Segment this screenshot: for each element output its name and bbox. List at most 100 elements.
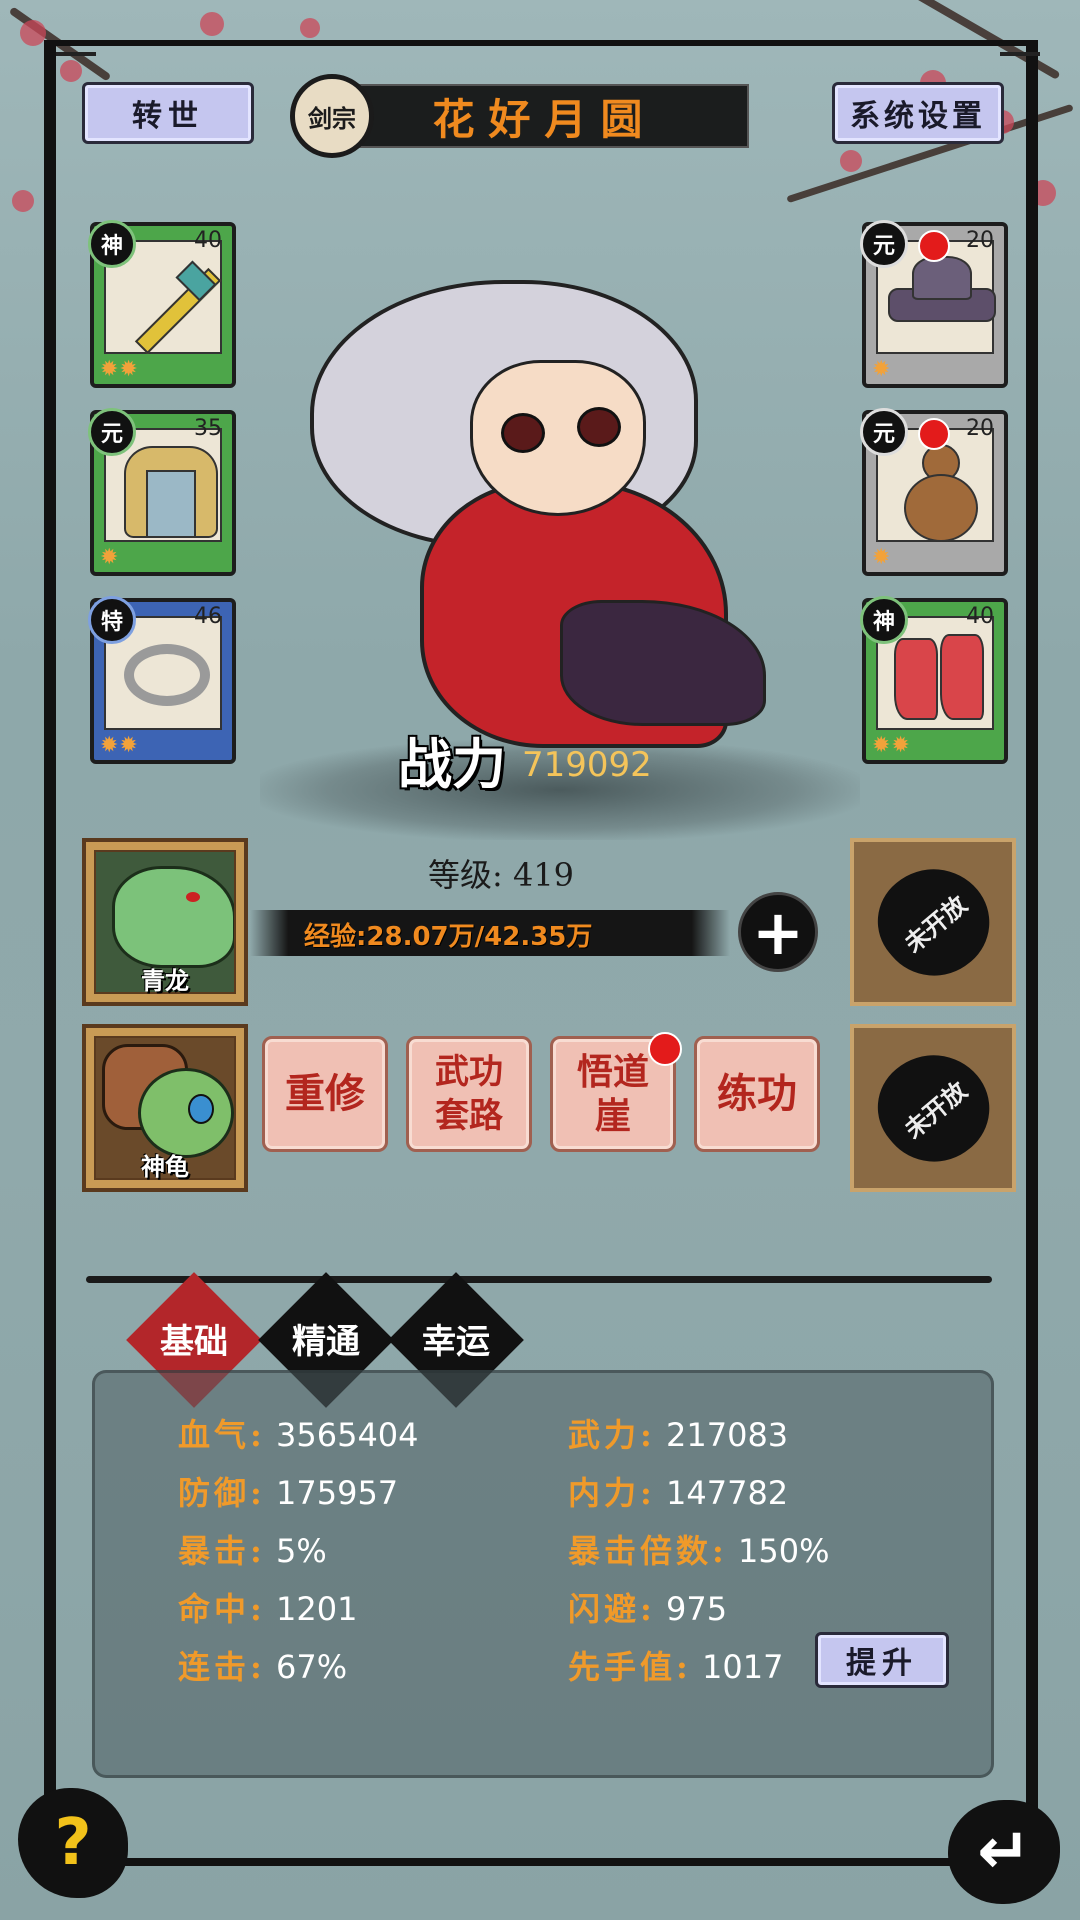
stat-combo: 连击: 67% <box>178 1642 347 1688</box>
grade-badge: 神 <box>88 220 136 268</box>
lock-blob-icon: 未开放 <box>857 845 1011 999</box>
equip-slot-boots[interactable]: 神 40 ✹✹ <box>860 596 1008 764</box>
stat-label: 暴击倍数: <box>568 1532 728 1570</box>
settings-button[interactable]: 系统设置 <box>832 82 1004 144</box>
star-icons: ✹ <box>872 545 892 570</box>
star-icons: ✹ <box>100 545 120 570</box>
item-level: 20 <box>966 228 994 253</box>
item-level: 35 <box>194 416 222 441</box>
pet-name: 神龟 <box>141 1152 189 1181</box>
stat-value: 147782 <box>666 1474 789 1512</box>
equip-slot-gourd[interactable]: 元 20 ✹ <box>860 408 1008 576</box>
locked-label: 未开放 <box>898 1075 973 1144</box>
stat-value: 975 <box>666 1590 728 1628</box>
star-icons: ✹✹ <box>100 733 139 758</box>
stat-hit: 命中: 1201 <box>178 1584 357 1630</box>
stat-label: 闪避: <box>568 1590 656 1628</box>
sect-badge: 剑宗 <box>290 74 374 158</box>
equip-slot-armor[interactable]: 元 35 ✹ <box>88 408 236 576</box>
grade-badge: 元 <box>860 220 908 268</box>
notification-dot <box>918 230 950 262</box>
level-text: 等级: 419 <box>428 856 575 894</box>
character-name: 花好月圆 <box>432 94 657 144</box>
character-face <box>470 360 646 516</box>
star-icons: ✹✹ <box>872 733 911 758</box>
back-button[interactable]: ↵ <box>948 1800 1060 1904</box>
item-level: 46 <box>194 604 222 629</box>
item-level: 40 <box>194 228 222 253</box>
tab-mastery[interactable]: 精通 <box>256 1314 396 1363</box>
martial-arts-button[interactable]: 武功套路 <box>406 1036 532 1152</box>
equip-slot-ring[interactable]: 特 46 ✹✹ <box>88 596 236 764</box>
stat-initiative: 先手值: 1017 <box>568 1642 783 1688</box>
notification-dot <box>918 418 950 450</box>
stat-label: 先手值: <box>568 1648 692 1686</box>
star-icons: ✹✹ <box>100 357 139 382</box>
stat-label: 连击: <box>178 1648 266 1686</box>
rebirth-button[interactable]: 转世 <box>82 82 254 144</box>
locked-label: 未开放 <box>898 889 973 958</box>
help-button[interactable]: ? <box>18 1788 128 1898</box>
tab-luck[interactable]: 幸运 <box>386 1314 526 1363</box>
section-divider <box>86 1276 992 1283</box>
add-exp-button[interactable]: + <box>738 892 818 972</box>
blossom-decoration <box>20 20 46 46</box>
locked-slot[interactable]: 未开放 <box>850 838 1016 1006</box>
stat-crit: 暴击: 5% <box>178 1526 327 1572</box>
eye <box>501 413 545 453</box>
upgrade-button[interactable]: 提升 <box>815 1632 949 1688</box>
notification-dot <box>648 1032 682 1066</box>
stat-value: 150% <box>738 1532 830 1570</box>
stat-label: 武力: <box>568 1416 656 1454</box>
grade-badge: 神 <box>860 596 908 644</box>
blossom-decoration <box>12 190 34 212</box>
retrain-button[interactable]: 重修 <box>262 1036 388 1152</box>
frame-corner-ornament <box>1000 52 1040 56</box>
action-label: 重修 <box>285 1070 365 1117</box>
equip-slot-weapon[interactable]: 神 40 ✹✹ <box>88 220 236 388</box>
pet-slot-divine-turtle[interactable]: 神龟 <box>82 1024 248 1192</box>
stat-label: 防御: <box>178 1474 266 1512</box>
stat-hp: 血气: 3565404 <box>178 1410 419 1456</box>
frame-corner-ornament <box>56 52 96 56</box>
tab-basic[interactable]: 基础 <box>124 1314 264 1363</box>
stat-label: 暴击: <box>178 1532 266 1570</box>
action-label: 武功套路 <box>435 1052 503 1136</box>
grade-badge: 元 <box>88 408 136 456</box>
grade-badge: 元 <box>860 408 908 456</box>
character-name-banner: 花好月圆 <box>340 84 749 148</box>
practice-button[interactable]: 练功 <box>694 1036 820 1152</box>
stat-defense: 防御: 175957 <box>178 1468 398 1514</box>
pet-name: 青龙 <box>141 966 189 995</box>
pet-slot-azure-dragon[interactable]: 青龙 <box>82 838 248 1006</box>
stat-value: 67% <box>276 1648 348 1686</box>
stat-crit-multiplier: 暴击倍数: 150% <box>568 1526 829 1572</box>
sect-label: 剑宗 <box>308 103 356 133</box>
stat-inner-power: 内力: 147782 <box>568 1468 788 1514</box>
stat-dodge: 闪避: 975 <box>568 1584 727 1630</box>
stat-value: 5% <box>276 1532 327 1570</box>
item-level: 20 <box>966 416 994 441</box>
locked-slot[interactable]: 未开放 <box>850 1024 1016 1192</box>
lock-blob-icon: 未开放 <box>857 1031 1011 1185</box>
combat-power-value: 719092 <box>522 745 652 785</box>
exp-text: 经验:28.07万/42.35万 <box>304 922 593 952</box>
stat-value: 1017 <box>702 1648 784 1686</box>
stat-value: 175957 <box>276 1474 399 1512</box>
blossom-decoration <box>300 18 320 38</box>
action-label: 练功 <box>717 1070 797 1117</box>
grade-badge: 特 <box>88 596 136 644</box>
item-level: 40 <box>966 604 994 629</box>
stat-value: 3565404 <box>276 1416 419 1454</box>
star-icons: ✹ <box>872 357 892 382</box>
stat-label: 内力: <box>568 1474 656 1512</box>
stat-value: 1201 <box>276 1590 358 1628</box>
stat-value: 217083 <box>666 1416 789 1454</box>
action-label: 悟道崖 <box>576 1051 649 1137</box>
stat-attack: 武力: 217083 <box>568 1410 788 1456</box>
stat-label: 命中: <box>178 1590 266 1628</box>
blossom-decoration <box>200 12 224 36</box>
equip-slot-hat[interactable]: 元 20 ✹ <box>860 220 1008 388</box>
stat-label: 血气: <box>178 1416 266 1454</box>
combat-power-label: 战力 <box>398 732 506 796</box>
